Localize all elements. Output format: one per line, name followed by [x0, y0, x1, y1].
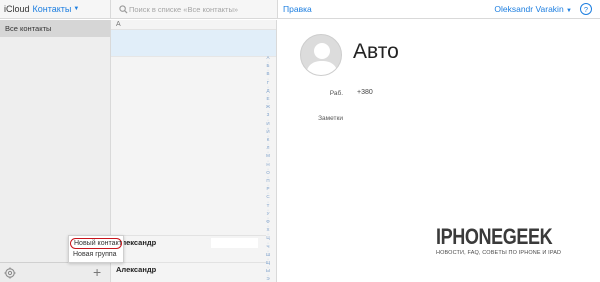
chevron-down-icon[interactable]: ▼ — [73, 6, 79, 12]
phone-value[interactable]: +380 — [357, 89, 373, 96]
watermark: IPHONEGEEK НОВОСТИ, FAQ, СОВЕТЫ ПО IPHON… — [436, 224, 598, 256]
person-icon — [306, 43, 338, 75]
contact-highlight — [211, 238, 258, 248]
icloud-brand: iCloud — [4, 4, 30, 14]
gear-icon[interactable] — [4, 267, 16, 279]
help-icon[interactable]: ? — [580, 3, 592, 15]
index-letter[interactable]: Э — [266, 275, 269, 282]
contact-name: Александр — [116, 265, 157, 274]
edit-button[interactable]: Правка — [283, 4, 312, 14]
add-menu-popup: Новый контакт Новая группа — [68, 235, 124, 263]
app-switcher-button[interactable]: Контакты — [33, 4, 72, 14]
section-header: А — [111, 20, 276, 30]
sidebar-footer: + — [0, 262, 110, 282]
search-icon — [119, 4, 128, 14]
list-item[interactable]: Александр — [111, 262, 266, 276]
contact-list: А Александр Александр А • Б • В • Г • Д • Е • Ж • З • И •… — [110, 20, 277, 282]
contact-name-heading: Авто — [353, 40, 399, 63]
avatar[interactable] — [300, 34, 342, 76]
chevron-down-icon: ▼ — [566, 8, 572, 14]
search-input[interactable] — [117, 2, 272, 16]
card-toolbar: Правка Oleksandr Varakin ▼ ? — [277, 0, 600, 19]
user-name: Oleksandr Varakin — [494, 4, 564, 14]
alphabet-index[interactable]: А • Б • В • Г • Д • Е • Ж • З • И • Й • К • Л • М • Н • О • П • Р • С • Т • У •… — [261, 54, 275, 282]
user-menu-button[interactable]: Oleksandr Varakin ▼ — [494, 4, 572, 14]
add-icon[interactable]: + — [93, 264, 101, 280]
group-all-contacts[interactable]: Все контакты — [0, 20, 110, 37]
new-contact-menu-item[interactable]: Новый контакт — [70, 238, 122, 249]
app-header: iCloud Контакты ▼ — [0, 0, 110, 19]
new-group-menu-item[interactable]: Новая группа — [69, 249, 123, 260]
phone-label: Раб. — [329, 90, 343, 97]
list-item[interactable]: Александр — [111, 235, 266, 249]
notes-label: Заметки — [318, 115, 343, 122]
watermark-tagline: НОВОСТИ, FAQ, СОВЕТЫ ПО IPHONE И IPAD — [436, 250, 562, 256]
search-field[interactable] — [117, 2, 272, 16]
selected-contact-row[interactable] — [111, 30, 276, 57]
watermark-logo: IPHONEGEEK — [436, 224, 553, 249]
search-bar — [110, 0, 277, 19]
